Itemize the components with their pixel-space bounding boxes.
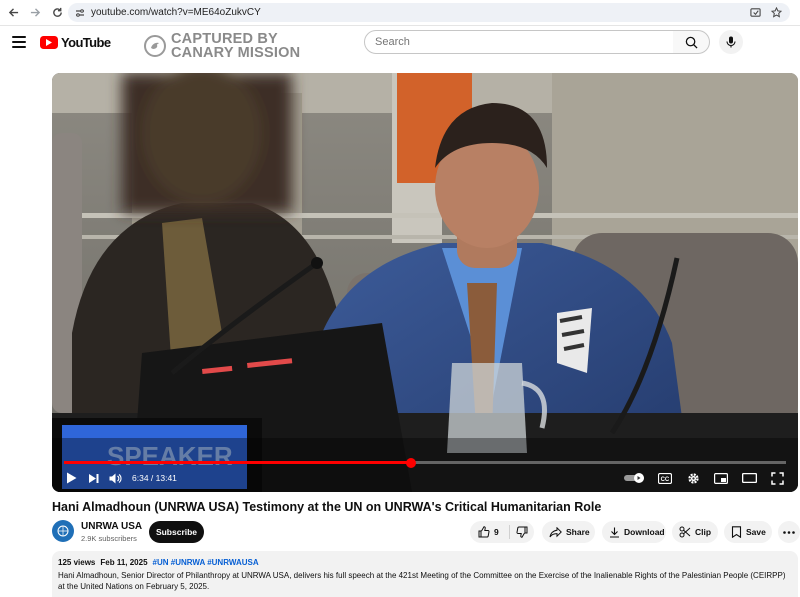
clip-label: Clip xyxy=(695,527,712,537)
forward-icon[interactable] xyxy=(24,2,46,24)
time-display: 6:34 / 13:41 xyxy=(132,473,177,483)
watermark-line-1: CAPTURED BY xyxy=(171,31,278,47)
share-arrow-icon xyxy=(549,526,562,537)
upload-date: Feb 11, 2025 xyxy=(100,558,148,567)
watermark-line-2: CANARY MISSION xyxy=(171,45,301,61)
youtube-logo[interactable]: YouTube xyxy=(40,35,111,50)
autoplay-toggle[interactable] xyxy=(622,467,648,489)
play-icon[interactable] xyxy=(60,467,82,489)
like-count: 9 xyxy=(494,527,499,537)
view-count: 125 views xyxy=(58,558,96,567)
save-button[interactable]: Save xyxy=(724,521,772,543)
volume-icon[interactable] xyxy=(104,467,126,489)
voice-search-button[interactable] xyxy=(719,30,743,54)
thumbs-down-icon xyxy=(516,526,528,538)
hashtags[interactable]: #UN #UNRWA #UNRWAUSA xyxy=(153,558,259,567)
url-text[interactable]: youtube.com/watch?v=ME64oZukvCY xyxy=(91,7,261,18)
theater-mode-icon[interactable] xyxy=(738,467,760,489)
subtitles-icon[interactable]: CC xyxy=(654,467,676,489)
canary-mission-watermark: CAPTURED BY CANARY MISSION xyxy=(144,32,300,60)
address-bar[interactable]: youtube.com/watch?v=ME64oZukvCY xyxy=(68,3,790,22)
miniplayer-icon[interactable] xyxy=(710,467,732,489)
cast-icon[interactable] xyxy=(750,5,761,23)
channel-avatar[interactable] xyxy=(52,520,74,542)
search-button[interactable] xyxy=(673,30,710,54)
player-controls: 6:34 / 13:41 CC xyxy=(52,464,798,492)
fullscreen-icon[interactable] xyxy=(766,467,788,489)
scissors-icon xyxy=(679,526,691,538)
menu-icon[interactable] xyxy=(12,36,26,48)
subscribe-button[interactable]: Subscribe xyxy=(149,521,204,543)
youtube-header: YouTube CAPTURED BY CANARY MISSION xyxy=(0,26,800,66)
search-input[interactable] xyxy=(375,36,655,48)
share-button[interactable]: Share xyxy=(542,521,595,543)
microphone-icon xyxy=(726,36,736,48)
download-icon xyxy=(610,527,619,538)
more-actions-button[interactable] xyxy=(778,521,800,543)
like-dislike-group: 9 xyxy=(470,521,534,543)
like-button[interactable]: 9 xyxy=(470,525,510,539)
search-icon xyxy=(685,36,698,49)
description-meta: 125 views Feb 11, 2025 #UN #UNRWA #UNRWA… xyxy=(58,558,792,567)
channel-name[interactable]: UNRWA USA xyxy=(81,521,142,532)
share-label: Share xyxy=(566,527,590,537)
settings-gear-icon[interactable] xyxy=(682,467,704,489)
logo-text: YouTube xyxy=(61,35,111,50)
description-box[interactable]: 125 views Feb 11, 2025 #UN #UNRWA #UNRWA… xyxy=(52,551,798,597)
un-emblem-icon xyxy=(57,525,69,537)
video-player[interactable]: SPEAKER 6:34 / 13:41 CC xyxy=(52,73,798,492)
bookmark-star-icon[interactable] xyxy=(770,5,783,23)
back-icon[interactable] xyxy=(2,2,24,24)
thumbs-up-icon xyxy=(478,526,490,538)
video-title: Hani Almadhoun (UNRWA USA) Testimony at … xyxy=(52,500,602,514)
search-box[interactable] xyxy=(364,30,674,54)
description-text: Hani Almadhoun, Senior Director of Phila… xyxy=(58,571,786,591)
channel-row: UNRWA USA 2.9K subscribers Subscribe 9 S… xyxy=(52,519,800,545)
download-label: Download xyxy=(624,527,665,537)
video-frame: SPEAKER xyxy=(52,73,798,492)
browser-toolbar: youtube.com/watch?v=ME64oZukvCY xyxy=(0,0,800,26)
download-button[interactable]: Download xyxy=(602,521,666,543)
site-settings-icon[interactable] xyxy=(73,6,87,20)
reload-icon[interactable] xyxy=(46,2,68,24)
canary-seal-icon xyxy=(144,35,166,57)
play-logo-icon xyxy=(40,36,58,49)
save-playlist-icon xyxy=(731,526,742,538)
next-video-icon[interactable] xyxy=(82,467,104,489)
save-label: Save xyxy=(746,527,766,537)
clip-button[interactable]: Clip xyxy=(672,521,718,543)
subscriber-count: 2.9K subscribers xyxy=(81,534,137,543)
more-horizontal-icon xyxy=(783,530,795,534)
svg-text:CC: CC xyxy=(661,477,670,483)
dislike-button[interactable] xyxy=(510,526,534,538)
